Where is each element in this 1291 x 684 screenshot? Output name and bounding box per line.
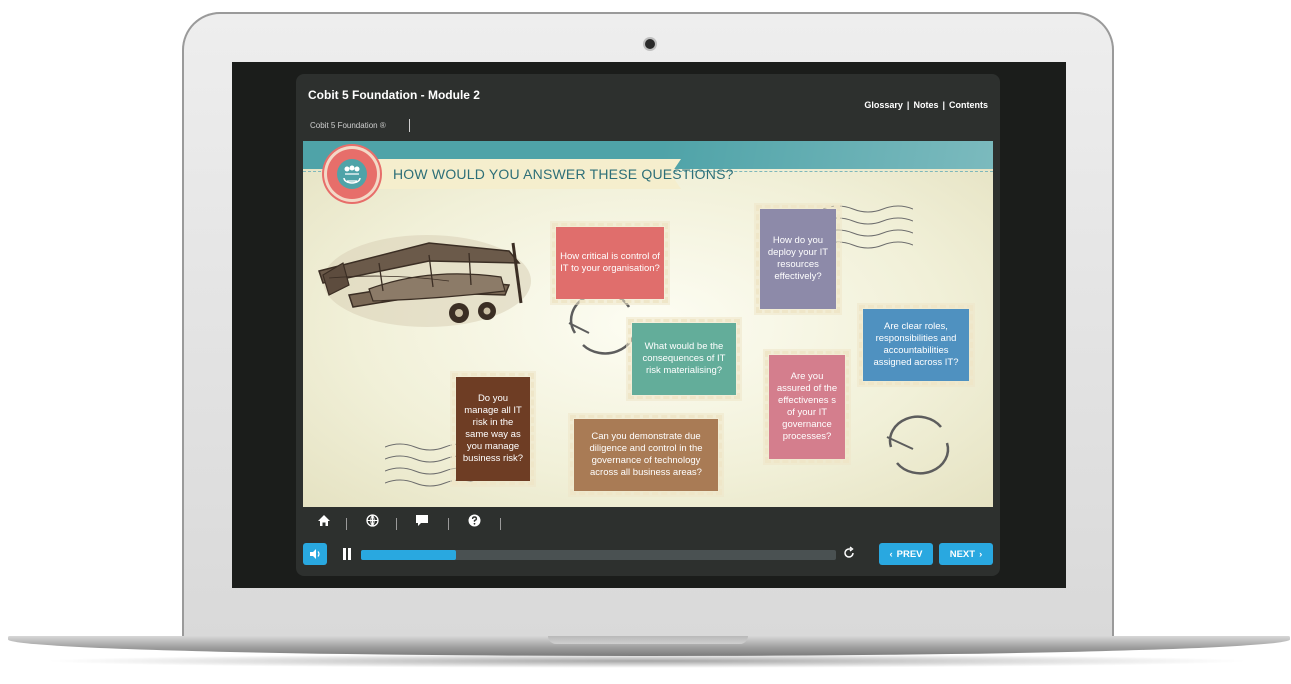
link-separator: | [906, 100, 910, 110]
home-icon[interactable] [315, 514, 333, 530]
next-button[interactable]: NEXT › [939, 543, 993, 565]
speaker-icon [310, 549, 320, 559]
contents-link[interactable]: Contents [949, 100, 988, 110]
slide-heading: HOW WOULD YOU ANSWER THESE QUESTIONS? [393, 166, 734, 182]
notes-link[interactable]: Notes [913, 100, 938, 110]
toolbar-divider [396, 518, 397, 530]
vintage-airplane-illustration [318, 235, 531, 327]
glossary-link[interactable]: Glossary [864, 100, 903, 110]
chevron-left-icon: ‹ [889, 548, 893, 560]
toolbar-divider [346, 518, 347, 530]
postmark-wavy-lines [823, 205, 913, 249]
question-card[interactable]: How critical is control of IT to your or… [552, 223, 668, 303]
question-card[interactable]: What would be the consequences of IT ris… [628, 319, 740, 399]
question-card[interactable]: Can you demonstrate due diligence and co… [570, 415, 722, 495]
pause-button[interactable] [341, 548, 353, 560]
chat-icon[interactable] [413, 514, 431, 530]
camera-dot [645, 39, 655, 49]
toolbar-divider [500, 518, 501, 530]
top-links: Glossary | Notes | Contents [864, 100, 988, 110]
course-player: Cobit 5 Foundation - Module 2 Cobit 5 Fo… [296, 74, 1000, 576]
question-card[interactable]: Are you assured of the effectivenes s of… [765, 351, 849, 463]
question-card[interactable]: Are clear roles, responsibilities and ac… [859, 305, 973, 385]
help-icon[interactable] [465, 514, 483, 530]
globe-icon[interactable] [363, 514, 381, 530]
people-globe-badge-icon [327, 149, 377, 199]
toolbar-divider [448, 518, 449, 530]
laptop-shadow [40, 654, 1254, 668]
progress-bar[interactable] [361, 550, 836, 560]
chevron-right-icon: › [979, 548, 983, 560]
question-card[interactable]: How do you deploy your IT resources effe… [756, 205, 840, 313]
progress-fill [361, 550, 456, 560]
replay-icon[interactable] [842, 546, 856, 562]
prev-button[interactable]: ‹ PREV [879, 543, 933, 565]
slide-stage: HOW WOULD YOU ANSWER THESE QUESTIONS? Ho… [303, 141, 993, 507]
course-subtitle: Cobit 5 Foundation ® [310, 121, 386, 130]
subtitle-divider [409, 119, 410, 132]
postmark-stamp-circle [886, 415, 950, 475]
volume-button[interactable] [303, 543, 327, 565]
link-separator: | [942, 100, 945, 110]
band-highlight [663, 141, 993, 169]
course-title: Cobit 5 Foundation - Module 2 [308, 88, 480, 102]
laptop-notch [548, 636, 748, 644]
question-card[interactable]: Do you manage all IT risk in the same wa… [452, 373, 534, 485]
